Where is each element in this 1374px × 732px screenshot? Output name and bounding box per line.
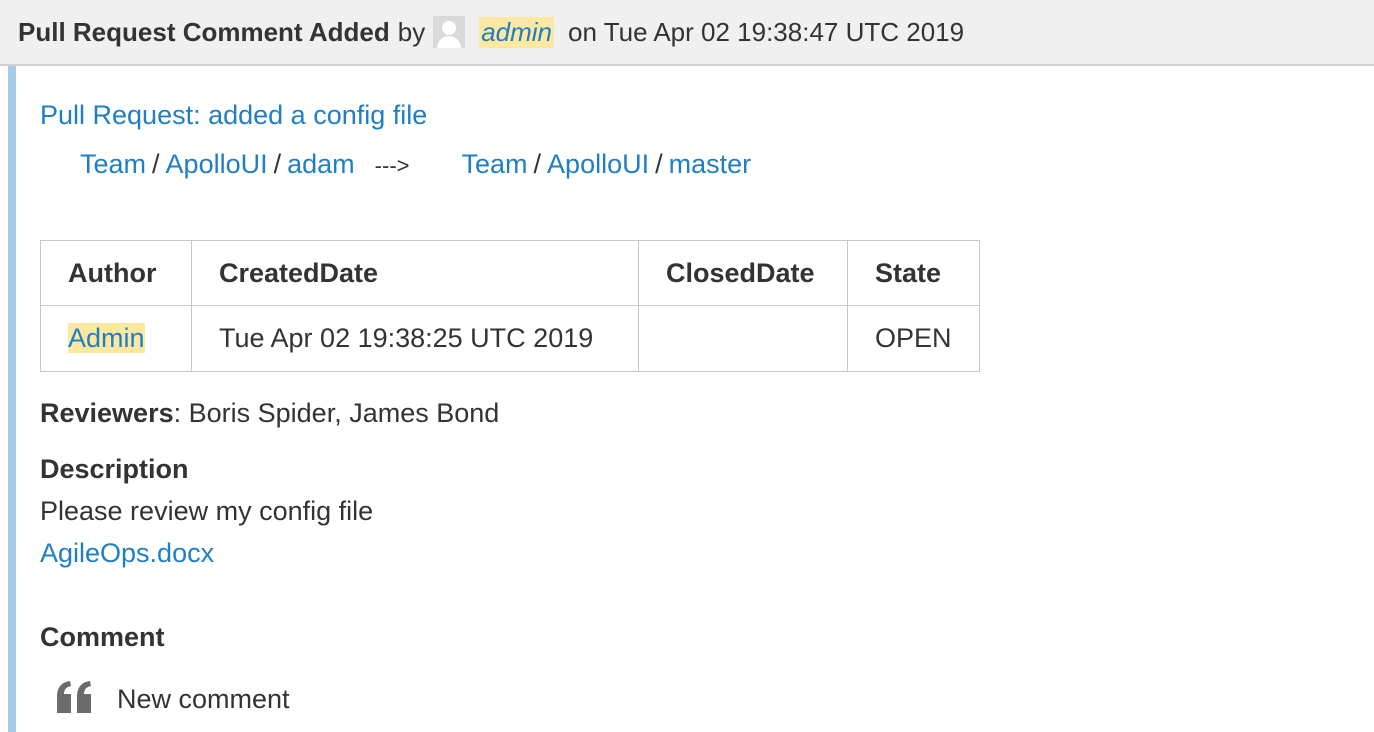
- source-branch-link[interactable]: adam: [287, 149, 355, 179]
- cell-closed-date: [638, 305, 848, 372]
- reviewers-colon: :: [173, 398, 182, 428]
- quote-icon: [57, 681, 91, 713]
- merge-arrow: --->: [374, 153, 410, 178]
- user-avatar-icon: [433, 16, 466, 48]
- by-label: by: [397, 16, 426, 47]
- path-separator: /: [533, 149, 542, 179]
- branch-path: Team / ApolloUI / adam ---> Team / ApolloUI / mast…: [80, 149, 751, 180]
- table-header-row: Author CreatedDate ClosedDate State: [40, 240, 980, 306]
- attachment-link[interactable]: AgileOps.docx: [40, 538, 214, 569]
- header-author: Author: [40, 240, 192, 306]
- comment-heading: Comment: [40, 622, 165, 652]
- author-link[interactable]: Admin: [68, 323, 145, 353]
- cell-created-date: Tue Apr 02 19:38:25 UTC 2019: [191, 305, 639, 372]
- table-row: Admin Tue Apr 02 19:38:25 UTC 2019 OPEN: [40, 305, 980, 372]
- source-project-link[interactable]: Team: [80, 149, 146, 179]
- cell-author: Admin: [40, 305, 192, 372]
- header-created-date: CreatedDate: [191, 240, 639, 306]
- path-separator: /: [655, 149, 663, 179]
- reviewers-names: Boris Spider, James Bond: [188, 398, 500, 428]
- header-closed-date: ClosedDate: [638, 240, 848, 306]
- timestamp: on Tue Apr 02 19:38:47 UTC 2019: [568, 16, 965, 47]
- reviewers-line: Reviewers: Boris Spider, James Bond: [40, 398, 499, 429]
- reviewers-label: Reviewers: [40, 398, 174, 428]
- notification-header: Pull Request Comment Added by admin on T…: [0, 0, 1374, 66]
- source-repo-link[interactable]: ApolloUI: [166, 149, 268, 179]
- pull-request-table: Author CreatedDate ClosedDate State Admi…: [40, 240, 980, 372]
- cell-state: OPEN: [847, 305, 980, 372]
- notification-title: Pull Request Comment Added: [18, 16, 390, 47]
- target-project-link[interactable]: Team: [462, 149, 528, 179]
- path-separator: /: [152, 149, 160, 179]
- accent-bar: [8, 66, 16, 732]
- pull-request-title-link[interactable]: Pull Request: added a config file: [40, 100, 427, 131]
- user-link[interactable]: admin: [479, 16, 555, 48]
- path-separator: /: [273, 149, 282, 179]
- header-state: State: [847, 240, 980, 306]
- target-branch-link[interactable]: master: [669, 149, 752, 179]
- target-repo-link[interactable]: ApolloUI: [547, 149, 649, 179]
- comment-text: New comment: [117, 684, 290, 714]
- description-heading: Description: [40, 454, 189, 484]
- description-text: Please review my config file: [40, 496, 374, 526]
